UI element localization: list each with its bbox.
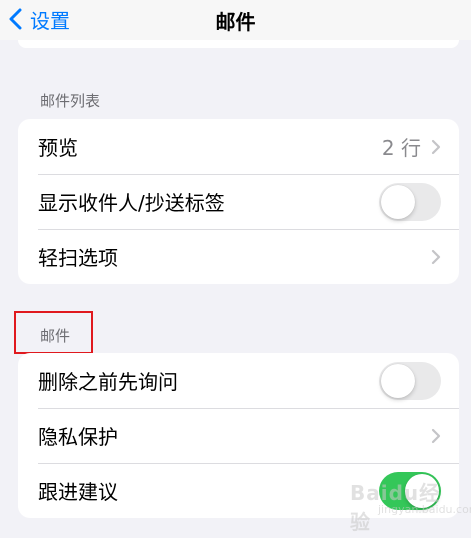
toggle-knob bbox=[405, 473, 439, 508]
chevron-right-icon bbox=[431, 249, 441, 264]
row-value: 2 行 bbox=[381, 136, 421, 160]
follow-up-suggestions-toggle[interactable] bbox=[379, 471, 441, 510]
row-label: 删除之前先询问 bbox=[38, 370, 178, 394]
privacy-protection-row[interactable]: 隐私保护 bbox=[18, 408, 459, 463]
toggle-knob bbox=[381, 184, 415, 219]
row-label: 预览 bbox=[38, 136, 78, 160]
page-title: 邮件 bbox=[215, 10, 256, 34]
section-header-mail-list: 邮件列表 bbox=[40, 92, 101, 110]
row-label: 跟进建议 bbox=[38, 480, 118, 504]
previous-card-edge bbox=[18, 40, 459, 48]
row-label: 显示收件人/抄送标签 bbox=[38, 191, 225, 215]
preview-row[interactable]: 预览 2 行 bbox=[18, 119, 459, 174]
annotation-highlight-box bbox=[14, 311, 93, 354]
toggle-knob bbox=[381, 363, 415, 398]
swipe-options-row[interactable]: 轻扫选项 bbox=[18, 229, 459, 284]
row-label: 隐私保护 bbox=[38, 425, 118, 449]
follow-up-suggestions-row: 跟进建议 bbox=[18, 463, 459, 518]
show-to-cc-labels-row: 显示收件人/抄送标签 bbox=[18, 174, 459, 229]
row-label: 轻扫选项 bbox=[38, 246, 118, 270]
show-to-cc-labels-toggle[interactable] bbox=[379, 182, 441, 221]
messages-group: 删除之前先询问 隐私保护 跟进建议 bbox=[18, 353, 459, 518]
chevron-right-icon bbox=[431, 139, 441, 154]
ask-before-deleting-row: 删除之前先询问 bbox=[18, 353, 459, 408]
mail-list-group: 预览 2 行 显示收件人/抄送标签 轻扫选项 bbox=[18, 119, 459, 284]
navigation-bar: 设置 邮件 bbox=[0, 0, 471, 40]
ask-before-deleting-toggle[interactable] bbox=[379, 361, 441, 400]
chevron-right-icon bbox=[431, 428, 441, 443]
